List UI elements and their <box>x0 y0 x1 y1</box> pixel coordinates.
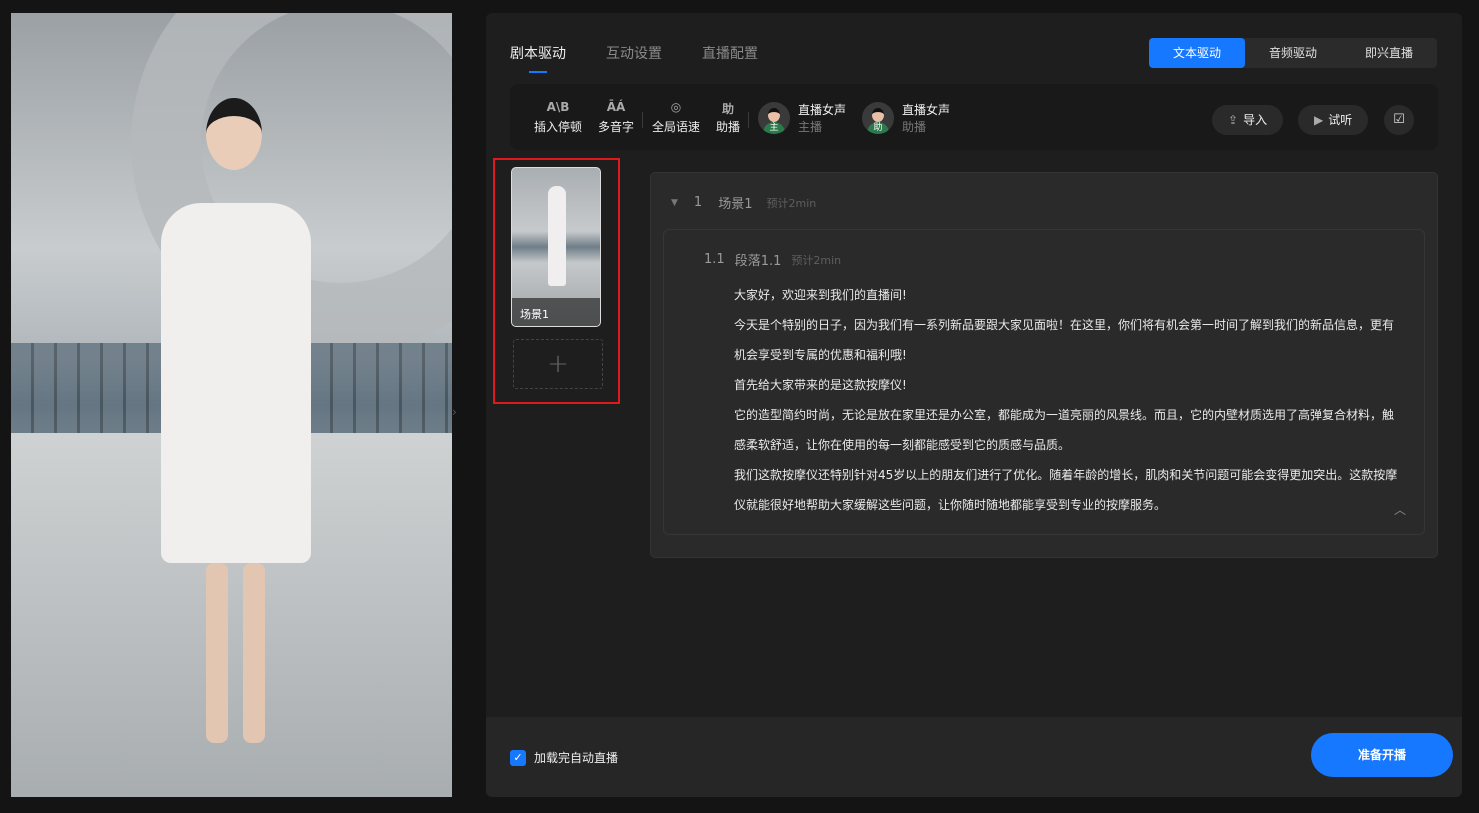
global-speed-button[interactable]: ◎ 全局语速 <box>652 100 700 135</box>
import-button[interactable]: ⇪ 导入 <box>1212 105 1284 135</box>
paragraph-header: 1.1 段落1.1 预计2min <box>704 252 842 269</box>
voice-host[interactable]: 主 直播女声 主播 <box>758 101 846 135</box>
select-check-button[interactable]: ☑ <box>1384 105 1414 135</box>
voice-assistant[interactable]: 助 直播女声 助播 <box>862 101 950 135</box>
scene-header[interactable]: ▼ 1 场景1 预计2min <box>671 193 816 212</box>
script-toolbar: A\B 插入停顿 ĀÁ 多音字 ◎ 全局语速 助助播 主 直播女声 主播 助 直播女声助… <box>510 84 1438 150</box>
assistant-button[interactable]: 助助播 <box>716 100 740 135</box>
collapse-handle-icon[interactable]: › <box>452 405 457 419</box>
tab-interaction[interactable]: 互动设置 <box>606 43 662 73</box>
tab-script-drive[interactable]: 剧本驱动 <box>510 43 566 73</box>
polyphone-icon: ĀÁ <box>606 100 626 114</box>
avatar-preview <box>11 13 452 797</box>
auto-live-label: 加载完自动直播 <box>534 751 619 765</box>
scene-list: 场景1 + <box>493 158 620 404</box>
polyphone-button[interactable]: ĀÁ 多音字 <box>598 100 634 135</box>
pause-icon: A\B <box>546 100 570 114</box>
upload-icon: ⇪ <box>1228 113 1239 127</box>
start-live-button[interactable]: 准备开播 <box>1311 733 1453 777</box>
mode-improv[interactable]: 即兴直播 <box>1341 38 1437 68</box>
insert-pause-button[interactable]: A\B 插入停顿 <box>534 100 582 135</box>
play-icon: ▶ <box>1314 113 1324 127</box>
scene-thumbnail[interactable]: 场景1 <box>511 167 601 327</box>
mode-audio[interactable]: 音频驱动 <box>1245 38 1341 68</box>
assistant-icon: 助 <box>722 102 735 116</box>
speed-icon: ◎ <box>670 100 682 114</box>
bottom-bar: ✓ 加载完自动直播 准备开播 <box>486 717 1462 797</box>
checkbox-icon: ☑ <box>1393 112 1405 127</box>
caret-down-icon: ▼ <box>671 197 678 208</box>
script-editor: ▼ 1 场景1 预计2min 1.1 段落1.1 预计2min 大家好，欢迎来到我们… <box>650 172 1438 558</box>
drive-mode-switch: 文本驱动 音频驱动 即兴直播 <box>1149 38 1437 68</box>
add-scene-button[interactable]: + <box>513 339 603 389</box>
auto-live-checkbox[interactable]: ✓ <box>510 750 526 766</box>
paragraph-block: 1.1 段落1.1 预计2min 大家好，欢迎来到我们的直播间! 今天是个特别的日子… <box>663 229 1425 535</box>
listen-button[interactable]: ▶ 试听 <box>1298 105 1369 135</box>
digital-human <box>151 93 321 773</box>
paragraph-text[interactable]: 大家好，欢迎来到我们的直播间! 今天是个特别的日子，因为我们有一系列新品要跟大家… <box>734 280 1404 520</box>
avatar: 主 <box>758 102 790 134</box>
control-panel: 剧本驱动 互动设置 直播配置 文本驱动 音频驱动 即兴直播 A\B 插入停顿 ĀÁ… <box>486 13 1462 797</box>
chevron-up-icon[interactable]: ︿ <box>1394 501 1406 518</box>
avatar: 助 <box>862 102 894 134</box>
mode-text[interactable]: 文本驱动 <box>1149 38 1245 68</box>
tab-live-config[interactable]: 直播配置 <box>702 43 758 73</box>
